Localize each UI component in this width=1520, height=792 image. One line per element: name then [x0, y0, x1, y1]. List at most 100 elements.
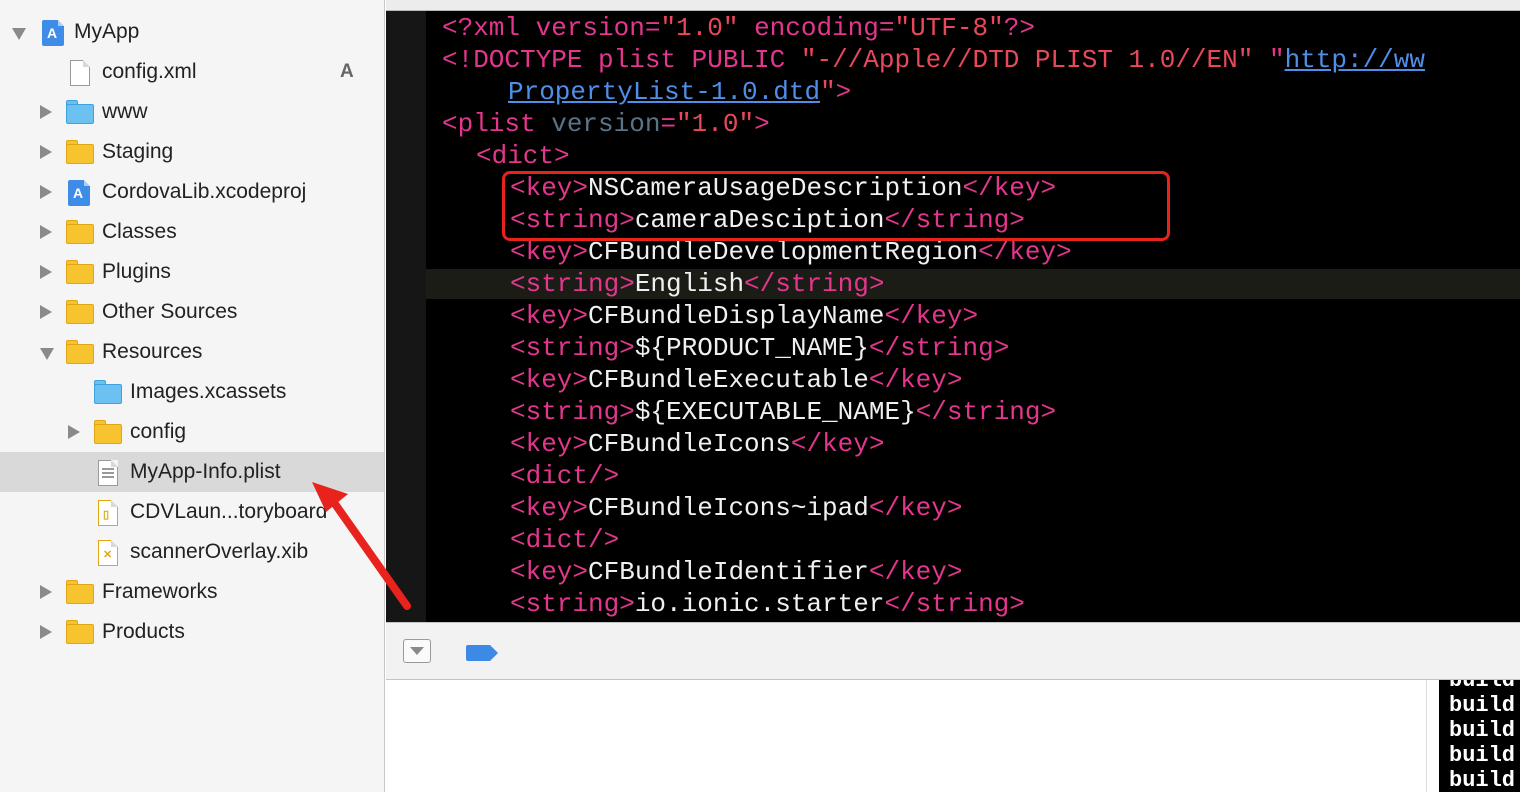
disclosure-closed-icon[interactable]	[68, 425, 80, 439]
disclosure-open-icon[interactable]	[40, 348, 54, 360]
navigator-item[interactable]: www	[0, 92, 384, 132]
navigator-item[interactable]: A MyApp	[0, 12, 384, 52]
code-token: "UTF-8"	[894, 13, 1004, 43]
code-token: <?xml	[442, 13, 536, 43]
code-line: <dict/>	[510, 460, 619, 492]
navigator-item-label: Resources	[102, 340, 203, 363]
navigator-item-label: config	[130, 420, 187, 443]
code-line: <string>English</string>	[510, 268, 884, 300]
navigator-item[interactable]: Products	[0, 612, 384, 652]
navigator-item[interactable]: ▯ CDVLaun...toryboard	[0, 492, 384, 532]
code-token: ${PRODUCT_NAME}	[634, 333, 869, 363]
code-line: <?xml version="1.0" encoding="UTF-8"?>	[442, 12, 1035, 44]
code-token: </key>	[868, 365, 963, 395]
code-line: <string>${PRODUCT_NAME}</string>	[510, 332, 1009, 364]
storyboard-file-icon: ▯	[94, 500, 122, 526]
code-token: <key>	[510, 237, 589, 267]
navigator-item[interactable]: Classes	[0, 212, 384, 252]
code-token: <key>	[510, 429, 589, 459]
code-token: io.ionic.starter	[634, 589, 885, 619]
code-token: "1.0"	[660, 13, 739, 43]
code-token: <dict/>	[510, 525, 620, 555]
code-token: "	[820, 77, 836, 107]
navigator-item[interactable]: ✕ scannerOverlay.xib	[0, 532, 384, 572]
code-token: CFBundleIcons	[588, 429, 791, 459]
disclosure-closed-icon[interactable]	[40, 145, 52, 159]
folder-icon	[66, 340, 94, 364]
code-token[interactable]: http://ww	[1285, 45, 1425, 75]
navigator-item[interactable]: config	[0, 412, 384, 452]
navigator-item-label: Staging	[102, 140, 174, 163]
disclosure-closed-icon[interactable]	[40, 185, 52, 199]
disclosure-closed-icon[interactable]	[40, 105, 52, 119]
code-line: <dict>	[476, 140, 570, 172]
code-token: <plist	[442, 109, 552, 139]
annotation-highlight-box	[502, 171, 1170, 241]
navigator-item[interactable]: Plugins	[0, 252, 384, 292]
console-area[interactable]: build build build build build	[386, 680, 1520, 792]
folder-icon	[66, 260, 94, 284]
navigator-item-label: Frameworks	[102, 580, 218, 603]
code-token: version	[551, 109, 661, 139]
code-token: =	[660, 109, 677, 139]
disclosure-open-icon[interactable]	[12, 28, 26, 40]
code-token: </string>	[744, 269, 885, 299]
folder-icon	[66, 220, 94, 244]
code-line: <dict/>	[510, 524, 619, 556]
code-token: <!DOCTYPE plist PUBLIC	[442, 45, 801, 75]
disclosure-closed-icon[interactable]	[40, 225, 52, 239]
editor-jump-bar	[386, 0, 1520, 11]
code-token: CFBundleIcons~ipad	[588, 493, 869, 523]
line-number-gutter	[386, 11, 426, 622]
navigator-item[interactable]: Frameworks	[0, 572, 384, 612]
disclosure-closed-icon[interactable]	[40, 305, 52, 319]
navigator-item[interactable]: Images.xcassets	[0, 372, 384, 412]
navigator-item[interactable]: MyApp-Info.plist	[0, 452, 384, 492]
code-token: ${EXECUTABLE_NAME}	[634, 397, 916, 427]
navigator-item[interactable]: config.xml A	[0, 52, 384, 92]
console-divider	[1426, 680, 1427, 792]
file-icon	[66, 60, 94, 86]
breakpoints-toggle-button[interactable]	[466, 645, 498, 661]
navigator-item-label: MyApp	[74, 20, 140, 43]
navigator-item-label: Images.xcassets	[130, 380, 287, 403]
code-token: </key>	[868, 557, 963, 587]
code-token: <dict/>	[510, 461, 620, 491]
disclosure-closed-icon[interactable]	[40, 265, 52, 279]
code-token: </string>	[868, 333, 1010, 363]
code-token[interactable]: PropertyList-1.0.dtd	[508, 77, 820, 107]
navigator-item[interactable]: Other Sources	[0, 292, 384, 332]
plist-file-icon	[94, 460, 122, 486]
code-token: </key>	[790, 429, 885, 459]
code-token: CFBundleDisplayName	[588, 301, 885, 331]
code-token: English	[634, 269, 745, 299]
folder-icon	[66, 620, 94, 644]
hide-debug-area-button[interactable]	[403, 639, 431, 663]
code-line: <string>io.ionic.starter</string>	[510, 588, 1025, 620]
terminal-line: build	[1449, 743, 1516, 768]
code-line: <plist version="1.0">	[442, 108, 770, 140]
code-token: </key>	[868, 493, 963, 523]
code-token: </string>	[884, 589, 1025, 619]
navigator-item-label: scannerOverlay.xib	[130, 540, 309, 563]
navigator-item[interactable]: Resources	[0, 332, 384, 372]
navigator-item-label: config.xml	[102, 60, 197, 83]
code-token: <string>	[510, 397, 635, 427]
code-line: PropertyList-1.0.dtd">	[508, 76, 851, 108]
xcode-project-icon: A	[40, 20, 68, 46]
navigator-item[interactable]: Staging	[0, 132, 384, 172]
chevron-down-icon	[410, 647, 424, 655]
blue-folder-icon	[66, 100, 94, 124]
source-control-status-badge: A	[340, 61, 354, 82]
code-token: "	[1253, 45, 1285, 75]
disclosure-closed-icon[interactable]	[40, 625, 52, 639]
navigator-item-label: Products	[102, 620, 185, 643]
navigator-item-label: www	[102, 100, 148, 123]
code-line: <key>CFBundleExecutable</key>	[510, 364, 963, 396]
code-line: <key>CFBundleIcons</key>	[510, 428, 884, 460]
debug-bar	[386, 622, 1520, 680]
disclosure-closed-icon[interactable]	[40, 585, 52, 599]
terminal-output: build build build build build	[1439, 680, 1520, 792]
navigator-item[interactable]: A CordovaLib.xcodeproj	[0, 172, 384, 212]
source-editor[interactable]: <?xml version="1.0" encoding="UTF-8"?> <!…	[386, 0, 1520, 622]
